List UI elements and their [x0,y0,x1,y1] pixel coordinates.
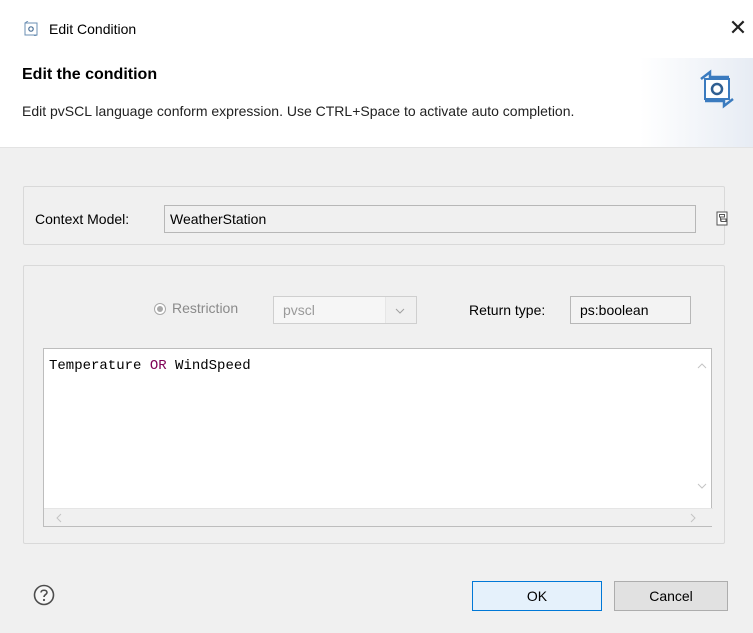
chevron-down-icon [395,308,405,314]
vertical-scrollbar[interactable] [693,349,711,509]
title-bar: Edit Condition ✕ [0,0,753,58]
condition-banner-icon [700,69,734,109]
context-model-field: WeatherStation [164,205,696,233]
close-button[interactable]: ✕ [726,16,750,40]
expression-text[interactable]: Temperature OR WindSpeed [49,358,251,374]
help-icon[interactable] [33,584,55,606]
restriction-label: Restriction [172,300,239,316]
scroll-down-icon[interactable] [697,482,707,490]
header-message: Edit pvSCL language conform expression. … [22,103,575,119]
condition-icon [24,21,38,36]
window-title: Edit Condition [49,21,137,37]
context-model-label: Context Model: [35,211,130,227]
restriction-radio [154,303,166,315]
language-select: pvscl [273,296,417,324]
language-select-button [385,297,416,323]
horizontal-scrollbar[interactable] [44,508,713,526]
return-type-label: Return type: [469,302,546,318]
expression-editor[interactable]: Temperature OR WindSpeed [43,348,713,527]
browse-model-icon[interactable] [716,211,730,227]
return-type-field: ps:boolean [570,296,691,324]
cancel-button[interactable]: Cancel [614,581,728,611]
dialog-header: Edit the condition Edit pvSCL language c… [0,58,753,148]
keyword-token: OR [149,358,167,374]
scroll-right-icon[interactable] [689,513,697,523]
scroll-left-icon[interactable] [55,513,63,523]
language-select-value: pvscl [283,302,315,318]
scroll-up-icon[interactable] [697,362,707,370]
header-title: Edit the condition [22,66,158,83]
expression-token: Temperature [49,358,150,374]
expression-token: WindSpeed [166,358,251,374]
ok-button[interactable]: OK [472,581,602,611]
